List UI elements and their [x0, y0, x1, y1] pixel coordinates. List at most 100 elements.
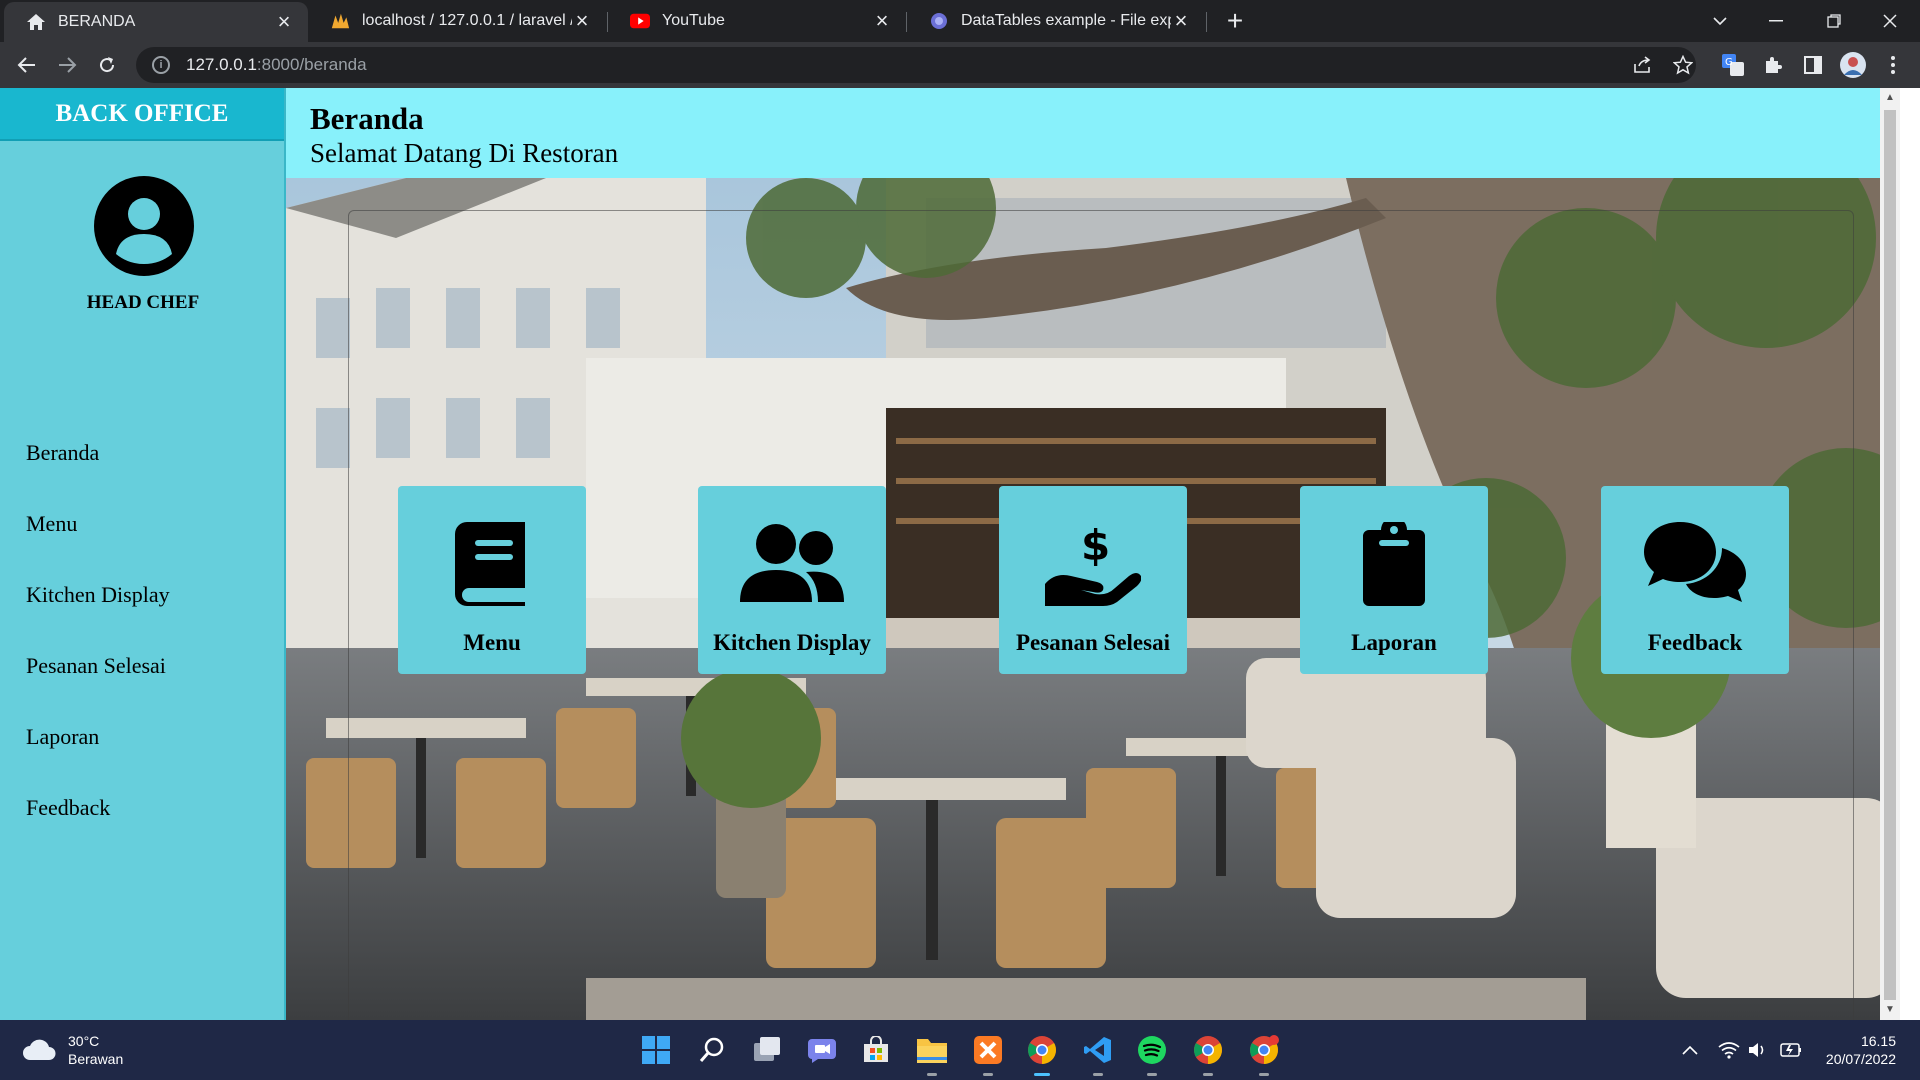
cloud-icon: [23, 1039, 56, 1060]
sidebar: BACK OFFICE HEAD CHEF Beranda Menu Kitch…: [0, 88, 286, 1020]
users-icon: [740, 522, 844, 606]
sidebar-item-beranda[interactable]: Beranda: [0, 440, 286, 511]
tab-search-icon[interactable]: [1692, 0, 1748, 42]
tab-title: YouTube: [662, 12, 725, 29]
card-pesanan-selesai[interactable]: $ Pesanan Selesai: [999, 486, 1187, 674]
hand-dollar-icon: $: [1045, 522, 1141, 606]
new-tab-button[interactable]: +: [1220, 6, 1250, 36]
browser-toolbar: i 127.0.0.1:8000/beranda G: [0, 42, 1920, 88]
page-scrollbar[interactable]: ▲ ▼: [1880, 88, 1900, 1020]
scroll-up-icon[interactable]: ▲: [1885, 92, 1895, 103]
page-title: Beranda: [310, 101, 424, 136]
translate-icon[interactable]: G: [1718, 50, 1748, 80]
sidebar-nav: Beranda Menu Kitchen Display Pesanan Sel…: [0, 440, 286, 866]
running-indicator: [1147, 1073, 1157, 1076]
bookmark-star-icon[interactable]: [1668, 50, 1698, 80]
book-icon: [455, 522, 529, 606]
card-laporan[interactable]: Laporan: [1300, 486, 1488, 674]
url-host: 127.0.0.1: [186, 55, 257, 74]
tab-phpmyadmin[interactable]: localhost / 127.0.0.1 / laravel / lap ×: [308, 0, 606, 42]
sidebar-item-kitchen-display[interactable]: Kitchen Display: [0, 582, 286, 653]
svg-text:G: G: [1725, 57, 1733, 68]
minimize-button[interactable]: [1748, 0, 1804, 42]
tab-youtube[interactable]: YouTube ×: [608, 0, 906, 42]
back-button[interactable]: [12, 50, 42, 80]
restaurant-background-image: Menu Kitchen Display $ Pesanan Selesai L…: [286, 178, 1900, 1020]
spotify-icon[interactable]: [1134, 1032, 1170, 1076]
weather-temp: 30°C: [68, 1033, 100, 1049]
comments-icon: [1644, 522, 1746, 606]
weather-widget[interactable]: 30°C Berawan: [22, 1032, 123, 1068]
wifi-icon[interactable]: [1718, 1020, 1740, 1080]
forward-button[interactable]: [52, 50, 82, 80]
extensions-icon[interactable]: [1758, 50, 1788, 80]
datatables-icon: [929, 11, 949, 31]
battery-icon[interactable]: [1778, 1020, 1802, 1080]
tab-datatables[interactable]: DataTables example - File export ×: [907, 0, 1205, 42]
vscode-icon[interactable]: [1080, 1032, 1116, 1076]
main-content: Beranda Selamat Datang Di Restoran Menu …: [286, 88, 1900, 1020]
running-indicator: [927, 1073, 937, 1076]
address-bar[interactable]: i 127.0.0.1:8000/beranda: [136, 47, 1696, 83]
sidebar-item-menu[interactable]: Menu: [0, 511, 286, 582]
tab-separator: [1206, 12, 1207, 32]
card-label: Kitchen Display: [713, 630, 871, 655]
phpmyadmin-icon: [330, 11, 350, 31]
running-indicator: [983, 1073, 993, 1076]
share-icon[interactable]: [1628, 50, 1658, 80]
sidebar-item-feedback[interactable]: Feedback: [0, 795, 286, 866]
user-role: HEAD CHEF: [86, 292, 200, 313]
browser-tab-strip: BERANDA × localhost / 127.0.0.1 / larave…: [0, 0, 1920, 42]
running-indicator: [1034, 1073, 1050, 1076]
volume-icon[interactable]: [1748, 1020, 1768, 1080]
side-panel-icon[interactable]: [1798, 50, 1828, 80]
show-hidden-icons[interactable]: [1682, 1020, 1698, 1080]
search-icon[interactable]: [694, 1032, 730, 1068]
profile-avatar[interactable]: [1838, 50, 1868, 80]
card-feedback[interactable]: Feedback: [1601, 486, 1789, 674]
tab-close-icon[interactable]: ×: [872, 8, 892, 34]
page-subtitle: Selamat Datang Di Restoran: [310, 138, 619, 168]
tab-beranda[interactable]: BERANDA ×: [4, 2, 308, 42]
clock-date: 20/07/2022: [1825, 1051, 1896, 1067]
tab-close-icon[interactable]: ×: [274, 9, 294, 35]
chrome-notification-icon[interactable]: [1246, 1032, 1282, 1076]
running-indicator: [1259, 1073, 1269, 1076]
chrome-icon[interactable]: [1024, 1032, 1060, 1076]
tab-close-icon[interactable]: ×: [1171, 8, 1191, 34]
task-view-icon[interactable]: [750, 1032, 786, 1068]
xampp-icon[interactable]: [970, 1032, 1006, 1076]
teams-chat-icon[interactable]: [804, 1032, 840, 1068]
weather-desc: Berawan: [68, 1051, 124, 1067]
restore-button[interactable]: [1806, 0, 1862, 42]
scrollbar-thumb[interactable]: [1884, 110, 1896, 1000]
file-explorer-icon[interactable]: [914, 1032, 950, 1076]
start-button[interactable]: [638, 1032, 674, 1068]
card-label: Menu: [463, 630, 521, 655]
running-indicator: [1203, 1073, 1213, 1076]
card-menu[interactable]: Menu: [398, 486, 586, 674]
chrome-profile-icon[interactable]: [1190, 1032, 1226, 1076]
reload-button[interactable]: [92, 50, 122, 80]
sidebar-item-pesanan-selesai[interactable]: Pesanan Selesai: [0, 653, 286, 724]
scroll-down-icon[interactable]: ▼: [1885, 1004, 1895, 1015]
taskbar: 30°C Berawan 16.15 20/07/2022: [0, 1020, 1920, 1080]
youtube-icon: [630, 11, 650, 31]
tab-title: BERANDA: [58, 13, 136, 30]
url-path: :8000/beranda: [256, 55, 367, 74]
home-icon: [26, 12, 46, 32]
card-kitchen-display[interactable]: Kitchen Display: [698, 486, 886, 674]
system-clock[interactable]: 16.15 20/07/2022: [1826, 1032, 1896, 1068]
more-menu-icon[interactable]: [1878, 50, 1908, 80]
card-label: Laporan: [1351, 630, 1437, 655]
sidebar-item-laporan[interactable]: Laporan: [0, 724, 286, 795]
brand-title: BACK OFFICE: [0, 88, 284, 141]
tab-close-icon[interactable]: ×: [572, 8, 592, 34]
running-indicator: [1093, 1073, 1103, 1076]
user-avatar-icon: [94, 176, 194, 276]
svg-text:$: $: [1081, 522, 1110, 570]
card-label: Feedback: [1647, 630, 1743, 655]
site-info-icon[interactable]: i: [152, 56, 170, 74]
close-window-button[interactable]: [1862, 0, 1918, 42]
microsoft-store-icon[interactable]: [858, 1032, 894, 1068]
